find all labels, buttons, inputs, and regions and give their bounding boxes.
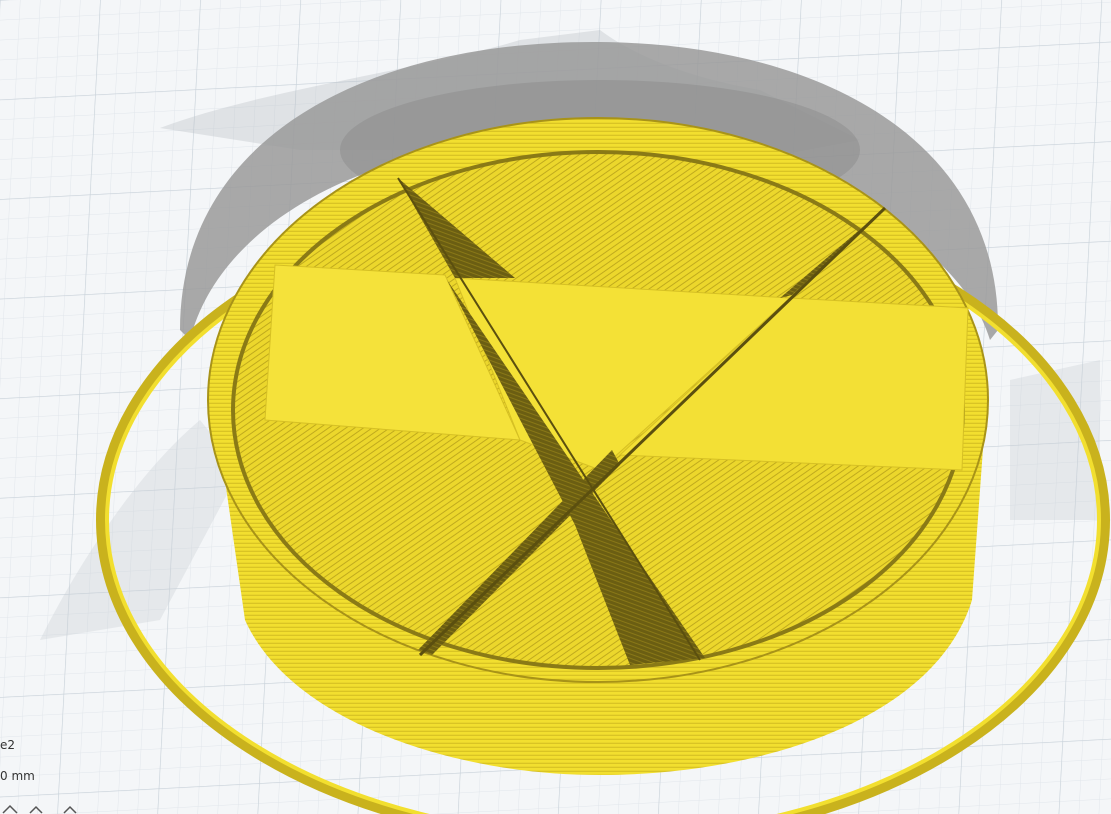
rotate-icon[interactable] [62, 804, 78, 814]
sliced-model[interactable] [207, 117, 989, 775]
object-name-label: e2 [0, 738, 16, 752]
scale-icon[interactable] [28, 804, 44, 814]
3d-viewport[interactable]: e2 0 mm [0, 0, 1111, 814]
move-icon[interactable] [2, 804, 18, 814]
build-plate-scene[interactable] [0, 0, 1111, 814]
object-dimension-label: 0 mm [0, 769, 35, 783]
